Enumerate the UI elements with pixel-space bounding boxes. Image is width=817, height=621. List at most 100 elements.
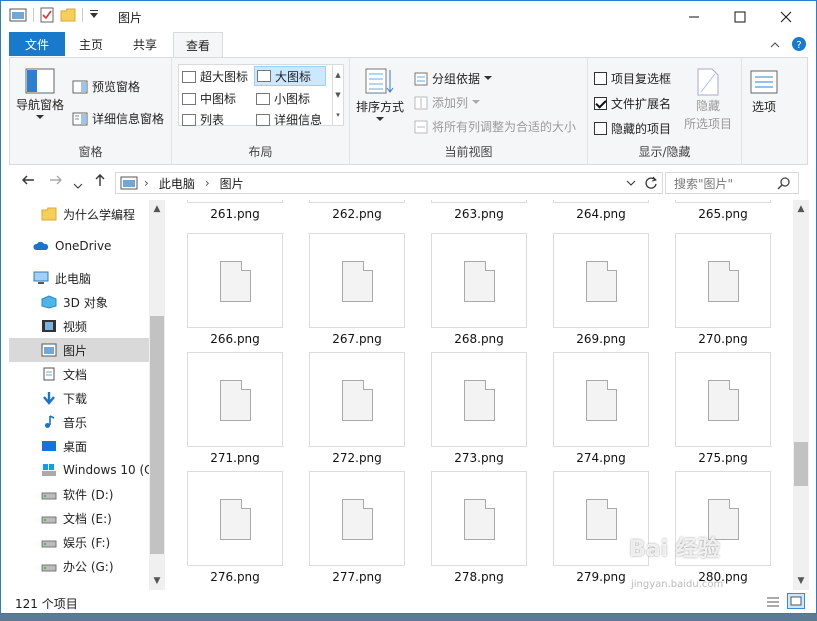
maximize-button[interactable] xyxy=(717,1,763,32)
breadcrumb-this-pc[interactable]: 此电脑 xyxy=(159,175,195,192)
nav-item-label: 文档 xyxy=(63,367,88,382)
file-item[interactable]: 264.png xyxy=(553,200,649,221)
search-box[interactable]: 搜索"图片" xyxy=(665,172,799,194)
refresh-icon[interactable] xyxy=(644,176,658,190)
nav-pane-button[interactable]: 导航窗格 xyxy=(16,68,64,120)
scroll-down-arrow[interactable]: ▼ xyxy=(793,576,809,586)
details-icon xyxy=(256,113,270,126)
windows-drive-icon xyxy=(42,464,56,476)
layout-gallery-scroll[interactable]: ▲ ▼ ▾ xyxy=(332,64,344,126)
file-view-scroll-thumb[interactable] xyxy=(794,442,808,486)
file-item[interactable]: 274.png xyxy=(553,352,649,465)
customize-toolbar-icon[interactable] xyxy=(89,10,99,20)
nav-item-11[interactable]: 软件 (D:) xyxy=(9,482,149,506)
address-bar[interactable]: › 此电脑 › 图片 xyxy=(115,172,663,194)
scroll-up-arrow[interactable]: ▲ xyxy=(793,204,809,214)
file-item[interactable]: 279.png xyxy=(553,471,649,584)
nav-item-label: 视频 xyxy=(63,319,88,334)
file-item[interactable]: 261.png xyxy=(187,200,283,221)
file-item[interactable]: 277.png xyxy=(309,471,405,584)
tab-view[interactable]: 查看 xyxy=(173,32,223,58)
file-item[interactable]: 263.png xyxy=(431,200,527,221)
file-item[interactable]: 266.png xyxy=(187,233,283,346)
nav-item-14[interactable]: 办公 (G:) xyxy=(9,554,149,578)
nav-item-2[interactable]: 此电脑 xyxy=(9,266,149,290)
medium-label: 中图标 xyxy=(200,92,237,106)
search-icon[interactable] xyxy=(777,177,790,190)
nav-item-3[interactable]: 3D 对象 xyxy=(9,290,149,314)
details-pane-button[interactable]: 详细信息窗格 xyxy=(72,110,164,127)
layout-small-icons[interactable]: 小图标 xyxy=(256,90,310,107)
file-extensions-toggle[interactable]: 文件扩展名 xyxy=(594,95,671,112)
nav-item-12[interactable]: 文档 (E:) xyxy=(9,506,149,530)
nav-item-10[interactable]: Windows 10 (C xyxy=(9,458,149,482)
file-item[interactable]: 272.png xyxy=(309,352,405,465)
file-thumbnail xyxy=(675,200,771,203)
layout-medium-icons[interactable]: 中图标 xyxy=(182,90,236,107)
forward-button[interactable] xyxy=(49,173,63,191)
tab-file[interactable]: 文件 xyxy=(9,32,65,56)
file-item[interactable]: 269.png xyxy=(553,233,649,346)
scroll-down-arrow[interactable]: ▼ xyxy=(149,576,165,586)
nav-pane-scrollbar[interactable]: ▲ ▼ xyxy=(149,200,165,590)
back-button[interactable] xyxy=(21,173,35,191)
group-by-button[interactable]: 分组依据 xyxy=(414,70,493,87)
large-icons-icon xyxy=(257,70,271,82)
file-name: 273.png xyxy=(454,451,504,465)
file-item[interactable]: 280.png xyxy=(675,471,771,584)
item-checkboxes-checkbox[interactable] xyxy=(594,72,607,85)
scroll-up-arrow[interactable]: ▲ xyxy=(149,204,165,214)
file-extensions-checkbox[interactable] xyxy=(594,97,607,110)
file-item[interactable]: 271.png xyxy=(187,352,283,465)
hidden-items-checkbox[interactable] xyxy=(594,122,607,135)
up-button[interactable] xyxy=(93,173,107,191)
minimize-button[interactable] xyxy=(671,1,717,32)
file-view-scrollbar[interactable]: ▲ ▼ xyxy=(793,200,809,590)
nav-item-0[interactable]: 为什么学编程 xyxy=(9,202,149,226)
add-columns-button[interactable]: 添加列 xyxy=(414,94,481,111)
properties-icon[interactable] xyxy=(40,7,54,23)
layout-details[interactable]: 详细信息 xyxy=(256,111,322,128)
collapse-ribbon-icon[interactable] xyxy=(769,40,781,50)
nav-item-7[interactable]: 下载 xyxy=(9,386,149,410)
preview-pane-button[interactable]: 预览窗格 xyxy=(72,78,140,95)
large-icons-view-icon[interactable] xyxy=(787,593,805,609)
item-checkboxes-toggle[interactable]: 项目复选框 xyxy=(594,70,671,87)
file-icon xyxy=(708,261,739,302)
file-item[interactable]: 262.png xyxy=(309,200,405,221)
file-item[interactable]: 275.png xyxy=(675,352,771,465)
nav-item-13[interactable]: 娱乐 (F:) xyxy=(9,530,149,554)
hidden-items-toggle[interactable]: 隐藏的项目 xyxy=(594,120,671,137)
file-item[interactable]: 268.png xyxy=(431,233,527,346)
options-button[interactable]: 选项 xyxy=(750,70,778,115)
nav-item-8[interactable]: 音乐 xyxy=(9,410,149,434)
file-item[interactable]: 267.png xyxy=(309,233,405,346)
layout-extra-large-icons[interactable]: 超大图标 xyxy=(182,68,248,85)
nav-item-9[interactable]: 桌面 xyxy=(9,434,149,458)
nav-item-6[interactable]: 文档 xyxy=(9,362,149,386)
file-item[interactable]: 276.png xyxy=(187,471,283,584)
file-item[interactable]: 265.png xyxy=(675,200,771,221)
nav-item-1[interactable]: OneDrive xyxy=(9,234,149,258)
nav-item-5[interactable]: 图片 xyxy=(9,338,149,362)
preview-pane-icon xyxy=(72,80,88,93)
sort-by-button[interactable]: 排序方式 xyxy=(356,66,404,122)
recent-locations-button[interactable] xyxy=(73,176,83,194)
tab-share[interactable]: 共享 xyxy=(123,32,167,56)
file-item[interactable]: 270.png xyxy=(675,233,771,346)
nav-item-4[interactable]: 视频 xyxy=(9,314,149,338)
breadcrumb-pictures[interactable]: 图片 xyxy=(220,175,244,192)
hide-selected-button[interactable]: 隐藏 所选项目 xyxy=(684,68,732,132)
chevron-down-icon[interactable] xyxy=(626,179,636,187)
tab-home[interactable]: 主页 xyxy=(71,32,111,56)
close-button[interactable] xyxy=(763,1,809,32)
size-all-columns-button[interactable]: 将所有列调整为合适的大小 xyxy=(414,118,576,135)
details-view-icon[interactable] xyxy=(765,595,781,609)
file-item[interactable]: 273.png xyxy=(431,352,527,465)
layout-large-icons[interactable]: 大图标 xyxy=(254,66,326,86)
help-icon[interactable]: ? xyxy=(791,36,807,52)
new-folder-icon[interactable] xyxy=(60,8,76,22)
file-item[interactable]: 278.png xyxy=(431,471,527,584)
nav-pane-scroll-thumb[interactable] xyxy=(150,316,164,554)
layout-list[interactable]: 列表 xyxy=(182,111,224,128)
